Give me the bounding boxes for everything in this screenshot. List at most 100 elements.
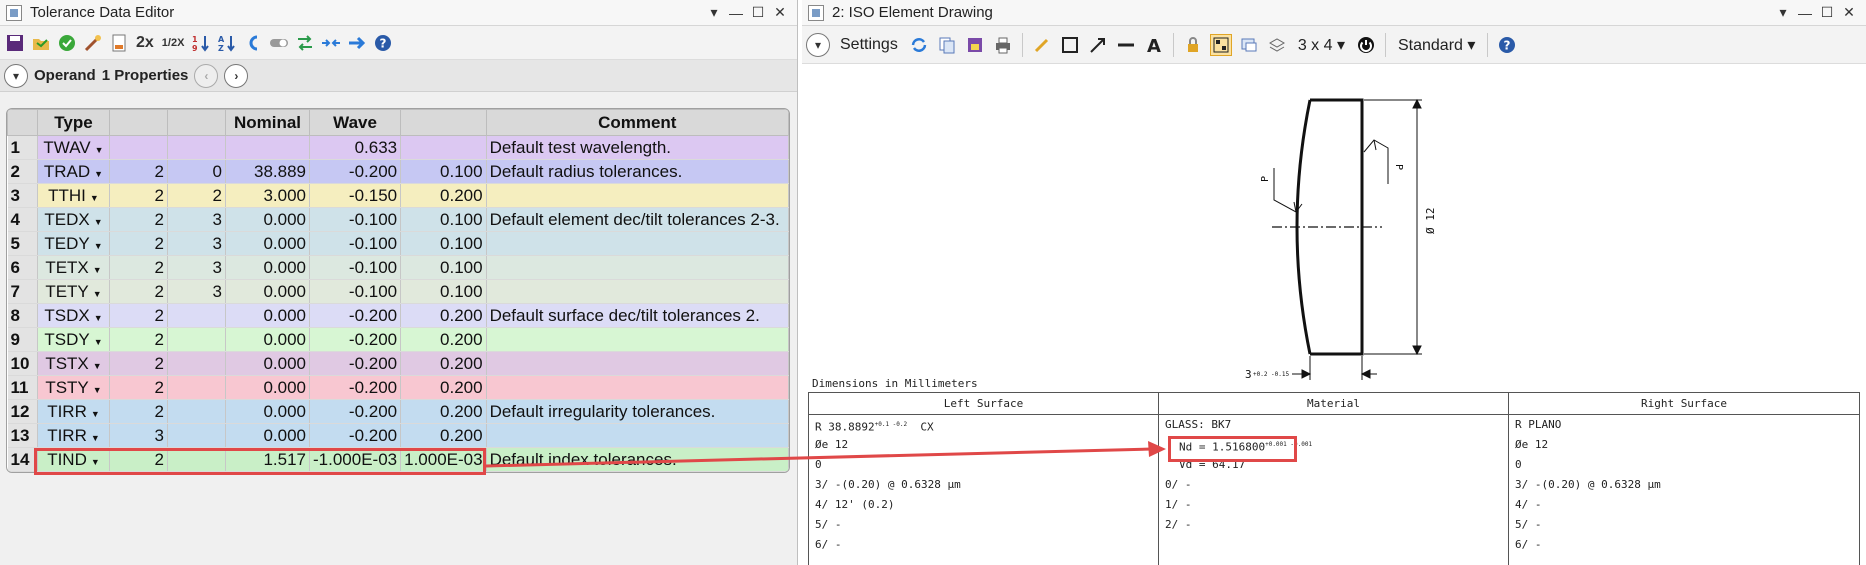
table-row[interactable]: 11 TSTY ▼ 2 0.000 -0.200 0.200: [7, 375, 789, 400]
arrow-line-icon[interactable]: [1087, 34, 1109, 56]
close-icon[interactable]: ✕: [769, 4, 791, 21]
type-dropdown-icon[interactable]: ▼: [94, 241, 103, 251]
table-row[interactable]: 13 TIRR ▼ 3 0.000 -0.200 0.200: [7, 423, 789, 448]
max-cell[interactable]: 0.100: [400, 159, 487, 184]
row-number[interactable]: 5: [7, 231, 38, 256]
header-int1[interactable]: [109, 109, 168, 136]
window-stack-icon[interactable]: [1238, 34, 1260, 56]
nominal-cell[interactable]: 0.000: [225, 327, 310, 352]
comment-cell[interactable]: Default radius tolerances.: [486, 159, 789, 184]
comment-cell[interactable]: Default index tolerances.: [486, 447, 789, 472]
pencil-icon[interactable]: [1031, 34, 1053, 56]
table-row[interactable]: 2 TRAD ▼ 2 0 38.889 -0.200 0.100 Default radius …: [7, 159, 789, 184]
type-dropdown-icon[interactable]: ▼: [94, 313, 103, 323]
comment-cell[interactable]: Default irregularity tolerances.: [486, 399, 789, 424]
int2-cell[interactable]: 3: [167, 231, 226, 256]
help-icon[interactable]: ?: [1496, 34, 1518, 56]
table-row[interactable]: 12 TIRR ▼ 2 0.000 -0.200 0.200 Default irregula…: [7, 399, 789, 424]
sort-numeric-icon[interactable]: 19: [190, 32, 212, 54]
layout-grid-icon[interactable]: [1209, 33, 1232, 56]
row-number[interactable]: 14: [7, 447, 38, 472]
style-dropdown[interactable]: Standard ▾: [1394, 35, 1479, 55]
int2-cell[interactable]: [167, 423, 226, 448]
wave-cell[interactable]: -0.150: [309, 183, 402, 208]
row-number[interactable]: 3: [7, 183, 38, 208]
type-cell[interactable]: TETY ▼: [37, 279, 110, 304]
nominal-cell[interactable]: 0.000: [225, 423, 310, 448]
header-wave[interactable]: Wave: [308, 109, 402, 136]
wave-cell[interactable]: -0.100: [309, 231, 402, 256]
max-cell[interactable]: 0.200: [400, 423, 487, 448]
int2-cell[interactable]: 2: [167, 183, 226, 208]
row-number[interactable]: 7: [7, 279, 38, 304]
type-dropdown-icon[interactable]: ▼: [93, 385, 102, 395]
int1-cell[interactable]: 2: [109, 159, 168, 184]
undo-icon[interactable]: [242, 32, 264, 54]
nominal-cell[interactable]: 0.000: [225, 207, 310, 232]
type-cell[interactable]: TSTY ▼: [37, 375, 110, 400]
table-row[interactable]: 7 TETY ▼ 2 3 0.000 -0.100 0.100: [7, 279, 789, 304]
int1-cell[interactable]: 2: [109, 399, 168, 424]
wave-cell[interactable]: -0.200: [309, 399, 402, 424]
layout-dropdown[interactable]: 3 x 4 ▾: [1294, 35, 1349, 55]
chevron-down-icon[interactable]: ▾: [703, 4, 725, 21]
int2-cell[interactable]: 3: [167, 279, 226, 304]
nominal-cell[interactable]: 38.889: [225, 159, 310, 184]
int1-cell[interactable]: 2: [109, 351, 168, 376]
int2-cell[interactable]: [167, 351, 226, 376]
int1-cell[interactable]: 2: [109, 327, 168, 352]
int2-cell[interactable]: [167, 303, 226, 328]
int2-cell[interactable]: [167, 135, 226, 160]
wave-cell[interactable]: -0.200: [309, 159, 402, 184]
power-icon[interactable]: [1355, 34, 1377, 56]
row-number[interactable]: 9: [7, 327, 38, 352]
wizard-icon[interactable]: [82, 32, 104, 54]
right-arrow-icon[interactable]: [346, 32, 368, 54]
type-dropdown-icon[interactable]: ▼: [94, 169, 103, 179]
print-icon[interactable]: [992, 34, 1014, 56]
nominal-cell[interactable]: 0.000: [225, 255, 310, 280]
type-cell[interactable]: TSTX ▼: [37, 351, 110, 376]
int1-cell[interactable]: 2: [109, 231, 168, 256]
next-operand-button[interactable]: ›: [224, 63, 249, 88]
type-dropdown-icon[interactable]: ▼: [93, 265, 102, 275]
header-nominal[interactable]: Nominal: [225, 109, 310, 136]
wave-cell[interactable]: -0.100: [309, 279, 402, 304]
row-number[interactable]: 8: [7, 303, 38, 328]
type-cell[interactable]: TEDX ▼: [37, 207, 110, 232]
comment-cell[interactable]: [486, 255, 789, 280]
wave-cell[interactable]: 0.633: [309, 135, 402, 160]
type-cell[interactable]: TETX ▼: [37, 255, 110, 280]
type-cell[interactable]: TSDY ▼: [37, 327, 110, 352]
max-cell[interactable]: 0.200: [400, 303, 487, 328]
row-number[interactable]: 6: [7, 255, 38, 280]
copy-icon[interactable]: [936, 34, 958, 56]
int2-cell[interactable]: [167, 399, 226, 424]
nominal-cell[interactable]: 0.000: [225, 375, 310, 400]
int2-cell[interactable]: [167, 375, 226, 400]
comment-cell[interactable]: [486, 375, 789, 400]
table-row[interactable]: 6 TETX ▼ 2 3 0.000 -0.100 0.100: [7, 255, 789, 280]
settings-expand-button[interactable]: ▾: [806, 32, 830, 57]
table-row[interactable]: 9 TSDY ▼ 2 0.000 -0.200 0.200: [7, 327, 789, 352]
int1-cell[interactable]: 3: [109, 423, 168, 448]
int1-cell[interactable]: 2: [109, 303, 168, 328]
wave-cell[interactable]: -0.200: [309, 375, 402, 400]
rectangle-icon[interactable]: [1059, 34, 1081, 56]
lock-icon[interactable]: [1182, 34, 1204, 56]
expand-operand-button[interactable]: ▾: [4, 63, 28, 88]
int2-cell[interactable]: [167, 327, 226, 352]
collapse-arrows-icon[interactable]: [320, 32, 342, 54]
header-int2[interactable]: [167, 109, 226, 136]
int2-cell[interactable]: 0: [167, 159, 226, 184]
minimize-icon[interactable]: —: [725, 5, 747, 21]
int1-cell[interactable]: 2: [109, 207, 168, 232]
sort-alpha-icon[interactable]: AZ: [216, 32, 238, 54]
layers-icon[interactable]: [1266, 34, 1288, 56]
comment-cell[interactable]: [486, 327, 789, 352]
table-row[interactable]: 3 TTHI ▼ 2 2 3.000 -0.150 0.200: [7, 183, 789, 208]
maximize-icon[interactable]: ☐: [747, 4, 769, 21]
text-tool-icon[interactable]: A: [1143, 34, 1165, 56]
row-number[interactable]: 4: [7, 207, 38, 232]
export-icon[interactable]: [964, 34, 986, 56]
